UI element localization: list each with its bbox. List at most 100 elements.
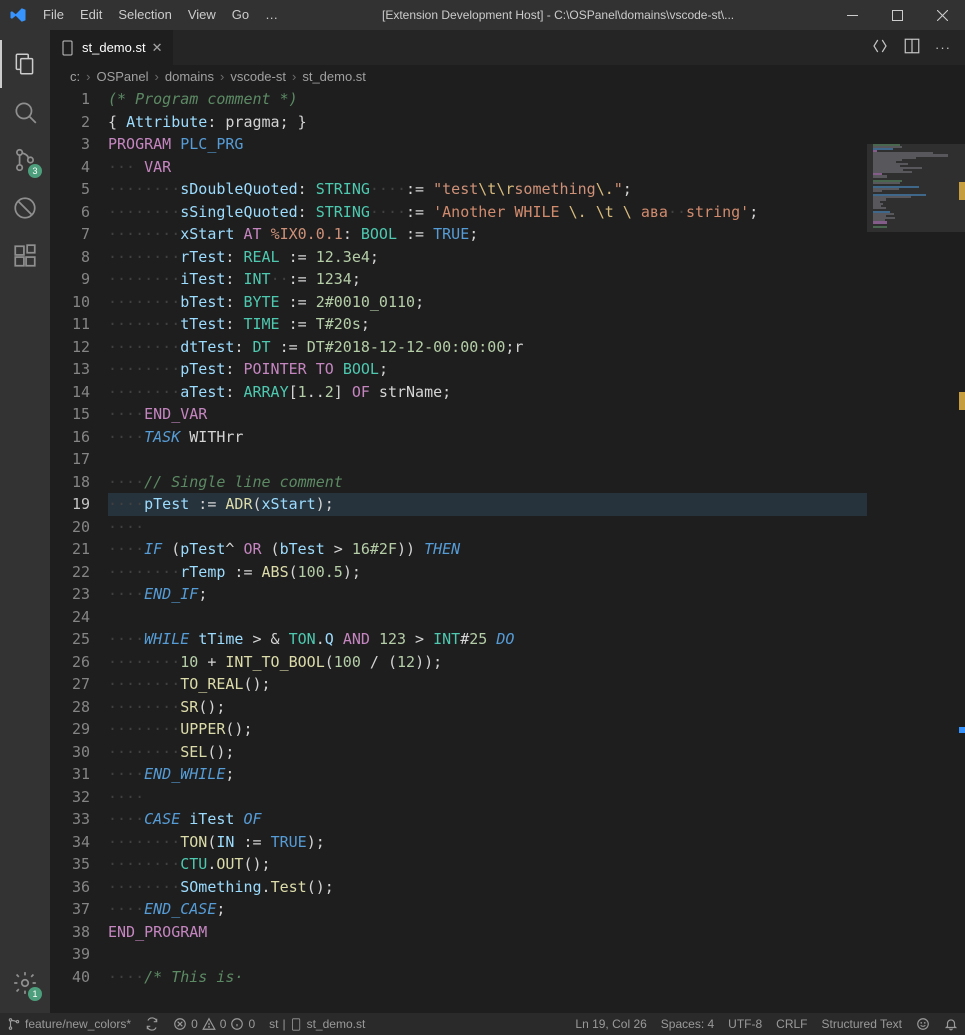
line-number[interactable]: 25 (50, 628, 90, 651)
line-number[interactable]: 14 (50, 381, 90, 404)
line-number[interactable]: 21 (50, 538, 90, 561)
code-line[interactable] (108, 943, 965, 966)
menu-go[interactable]: Go (224, 0, 257, 30)
line-number[interactable]: 13 (50, 358, 90, 381)
status-ext[interactable]: st | st_demo.st (262, 1013, 372, 1035)
code-line[interactable]: ····END_IF; (108, 583, 965, 606)
code-line[interactable]: ····CASE iTest OF (108, 808, 965, 831)
code-line[interactable]: ········aTest: ARRAY[1..2] OF strName; (108, 381, 965, 404)
line-number[interactable]: 27 (50, 673, 90, 696)
code-line[interactable]: ········rTemp := ABS(100.5); (108, 561, 965, 584)
more-icon[interactable]: ··· (935, 40, 951, 55)
line-number[interactable]: 5 (50, 178, 90, 201)
code-line[interactable]: ··· VAR (108, 156, 965, 179)
line-number[interactable]: 10 (50, 291, 90, 314)
code-line[interactable] (108, 606, 965, 629)
line-number[interactable]: 22 (50, 561, 90, 584)
code-line[interactable]: ········SOmething.Test(); (108, 876, 965, 899)
code-line[interactable]: ········CTU.OUT(); (108, 853, 965, 876)
menu-selection[interactable]: Selection (110, 0, 179, 30)
activity-scm[interactable]: 3 (0, 136, 50, 184)
line-number[interactable]: 1 (50, 88, 90, 111)
code-line[interactable]: ····END_CASE; (108, 898, 965, 921)
line-number[interactable]: 4 (50, 156, 90, 179)
code-line[interactable]: ········bTest: BYTE := 2#0010_0110; (108, 291, 965, 314)
code-line[interactable]: ···· (108, 786, 965, 809)
line-number[interactable]: 15 (50, 403, 90, 426)
breadcrumb-item[interactable]: vscode-st (230, 69, 286, 84)
line-number[interactable]: 33 (50, 808, 90, 831)
line-number[interactable]: 36 (50, 876, 90, 899)
minimize-button[interactable] (830, 0, 875, 30)
minimap-viewport[interactable] (867, 144, 965, 232)
line-number[interactable]: 34 (50, 831, 90, 854)
line-number[interactable]: 2 (50, 111, 90, 134)
line-number[interactable]: 18 (50, 471, 90, 494)
code-line[interactable]: ········UPPER(); (108, 718, 965, 741)
line-number[interactable]: 20 (50, 516, 90, 539)
line-number[interactable]: 12 (50, 336, 90, 359)
line-number[interactable]: 35 (50, 853, 90, 876)
editor[interactable]: 1234567891011121314151617181920212223242… (50, 87, 965, 1013)
code-line[interactable]: ····END_WHILE; (108, 763, 965, 786)
code-line[interactable]: ····// Single line comment (108, 471, 965, 494)
line-number[interactable]: 29 (50, 718, 90, 741)
breadcrumb-item[interactable]: OSPanel (96, 69, 148, 84)
code-line[interactable]: ····END_VAR (108, 403, 965, 426)
code-line[interactable]: ····WHILE tTime > & TON.Q AND 123 > INT#… (108, 628, 965, 651)
code-content[interactable]: (* Program comment *){ Attribute: pragma… (108, 87, 965, 1013)
code-line[interactable]: ········tTest: TIME := T#20s; (108, 313, 965, 336)
breadcrumb-item[interactable]: st_demo.st (302, 69, 366, 84)
code-line[interactable]: END_PROGRAM (108, 921, 965, 944)
activity-explorer[interactable] (0, 40, 50, 88)
line-number[interactable]: 30 (50, 741, 90, 764)
line-number[interactable]: 8 (50, 246, 90, 269)
code-line[interactable]: ········10 + INT_TO_BOOL(100 / (12)); (108, 651, 965, 674)
code-line[interactable]: ····IF (pTest^ OR (bTest > 16#2F)) THEN (108, 538, 965, 561)
menu-file[interactable]: File (35, 0, 72, 30)
line-number[interactable]: 28 (50, 696, 90, 719)
status-branch[interactable]: feature/new_colors* (0, 1013, 138, 1035)
activity-debug[interactable] (0, 184, 50, 232)
line-number[interactable]: 38 (50, 921, 90, 944)
split-editor-icon[interactable] (903, 37, 921, 58)
code-line[interactable]: ········rTest: REAL := 12.3e4; (108, 246, 965, 269)
status-encoding[interactable]: UTF-8 (721, 1013, 769, 1035)
code-line[interactable]: ····TASK WITHrr (108, 426, 965, 449)
maximize-button[interactable] (875, 0, 920, 30)
status-spaces[interactable]: Spaces: 4 (654, 1013, 721, 1035)
line-number[interactable]: 7 (50, 223, 90, 246)
line-number[interactable]: 23 (50, 583, 90, 606)
code-line[interactable]: ········SEL(); (108, 741, 965, 764)
line-number[interactable]: 40 (50, 966, 90, 989)
line-number[interactable]: 26 (50, 651, 90, 674)
status-eol[interactable]: CRLF (769, 1013, 814, 1035)
code-line[interactable]: ········sDoubleQuoted: STRING····:= "tes… (108, 178, 965, 201)
menu-overflow[interactable]: … (257, 0, 286, 30)
line-number[interactable]: 9 (50, 268, 90, 291)
code-line[interactable]: ········pTest: POINTER TO BOOL; (108, 358, 965, 381)
line-number[interactable]: 17 (50, 448, 90, 471)
status-bell[interactable] (937, 1013, 965, 1035)
line-number[interactable]: 16 (50, 426, 90, 449)
close-button[interactable] (920, 0, 965, 30)
line-number[interactable]: 3 (50, 133, 90, 156)
line-number[interactable]: 11 (50, 313, 90, 336)
code-line[interactable]: { Attribute: pragma; } (108, 111, 965, 134)
code-line[interactable]: ········dtTest: DT := DT#2018-12-12-00:0… (108, 336, 965, 359)
code-line[interactable]: ········iTest: INT··:= 1234; (108, 268, 965, 291)
line-number[interactable]: 32 (50, 786, 90, 809)
code-line[interactable]: PROGRAM PLC_PRG (108, 133, 965, 156)
breadcrumb-item[interactable]: domains (165, 69, 214, 84)
minimap[interactable] (867, 144, 965, 1013)
tab-st-demo[interactable]: st_demo.st ✕ (50, 30, 174, 65)
code-line[interactable] (108, 448, 965, 471)
code-line[interactable]: ····/* This is· (108, 966, 965, 989)
code-line[interactable]: ····pTest := ADR(xStart); (108, 493, 965, 516)
status-sync[interactable] (138, 1013, 166, 1035)
status-position[interactable]: Ln 19, Col 26 (568, 1013, 653, 1035)
status-problems[interactable]: 0 0 0 (166, 1013, 262, 1035)
line-number[interactable]: 6 (50, 201, 90, 224)
activity-manage[interactable]: 1 (0, 959, 50, 1007)
compare-changes-icon[interactable] (871, 37, 889, 58)
